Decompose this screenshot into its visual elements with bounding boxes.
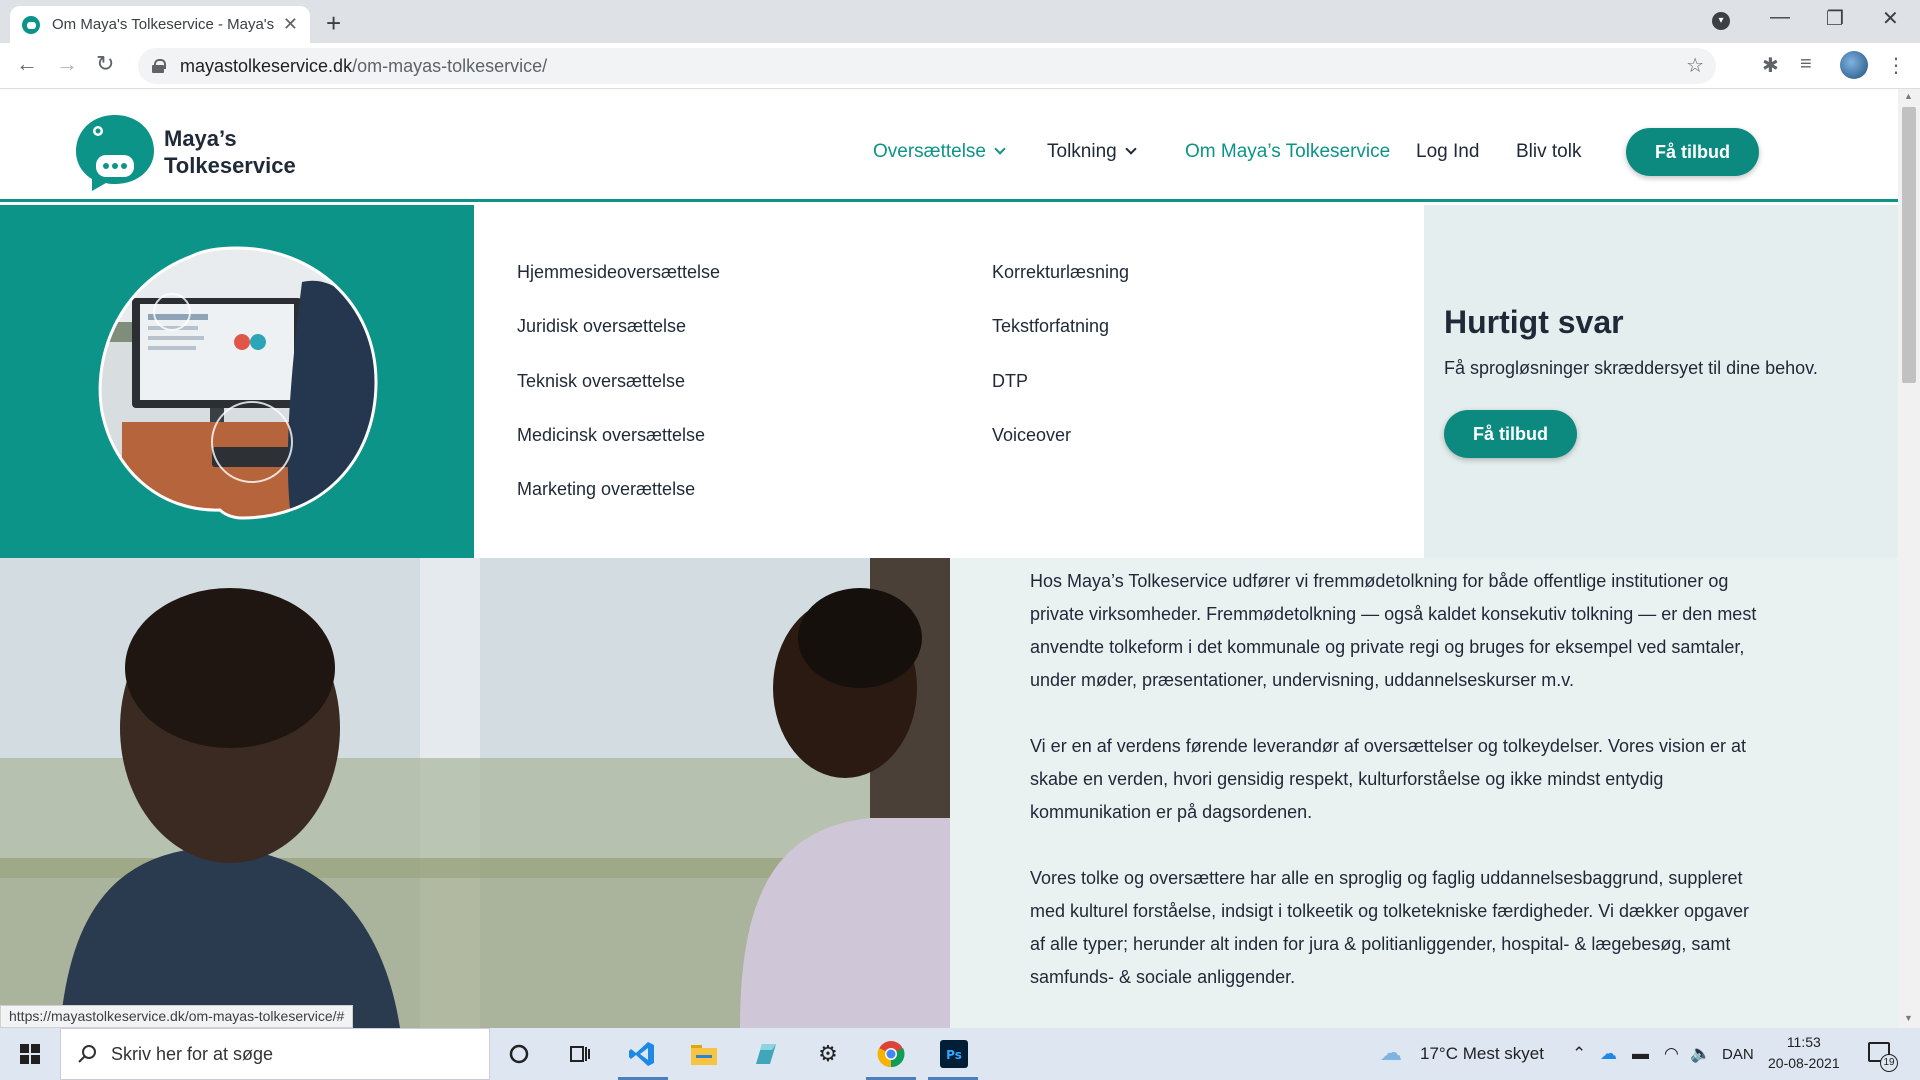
menu-item-tekstforfatning[interactable]: Tekstforfatning xyxy=(992,316,1109,337)
chrome-menu-icon[interactable]: ⋮ xyxy=(1886,53,1906,78)
menu-item-marketing[interactable]: Marketing overættelse xyxy=(517,479,695,500)
menu-item-medicinsk[interactable]: Medicinsk oversættelse xyxy=(517,425,705,446)
task-view-icon[interactable] xyxy=(564,1038,596,1070)
onedrive-icon[interactable]: ☁ xyxy=(1600,1044,1617,1064)
menu-item-korrektur[interactable]: Korrekturlæsning xyxy=(992,262,1129,283)
extensions-icon[interactable]: ✱ xyxy=(1762,53,1779,78)
address-bar[interactable]: mayastolkeservice.dk/om-mayas-tolkeservi… xyxy=(138,48,1716,84)
nav-bliv-tolk[interactable]: Bliv tolk xyxy=(1516,141,1581,163)
language-indicator[interactable]: DAN xyxy=(1722,1046,1754,1063)
settings-gear-icon[interactable]: ⚙ xyxy=(812,1038,844,1070)
scroll-thumb[interactable] xyxy=(1902,107,1916,383)
nav-login[interactable]: Log Ind xyxy=(1416,141,1479,163)
taskbar-clock[interactable]: 11:53 20-08-2021 xyxy=(1768,1032,1840,1074)
cortana-icon[interactable] xyxy=(503,1038,535,1070)
clock-date: 20-08-2021 xyxy=(1768,1055,1840,1071)
browser-tab[interactable]: Om Maya's Tolkeservice - Maya's ✕ xyxy=(10,6,310,43)
media-queue-icon[interactable]: ≡ xyxy=(1800,53,1812,76)
menu-item-juridisk[interactable]: Juridisk oversættelse xyxy=(517,316,686,337)
promo-title: Hurtigt svar xyxy=(1444,304,1624,340)
weather-icon[interactable]: ☁ xyxy=(1380,1040,1402,1066)
nav-om[interactable]: Om Maya’s Tolkeservice xyxy=(1185,141,1390,163)
profile-avatar[interactable] xyxy=(1840,51,1868,79)
mega-menu-links: Hjemmesideoversættelse Juridisk oversætt… xyxy=(474,205,1424,558)
scroll-up-icon[interactable]: ▲ xyxy=(1904,91,1913,101)
battery-icon[interactable]: ▬ xyxy=(1632,1044,1649,1064)
photoshop-icon[interactable]: Ps xyxy=(938,1038,970,1070)
browser-tab-bar: Om Maya's Tolkeservice - Maya's ✕ + ▾ — … xyxy=(0,0,1920,43)
wifi-icon[interactable]: ◠ xyxy=(1664,1044,1679,1064)
windows-start-icon[interactable] xyxy=(20,1044,40,1064)
restore-icon[interactable]: ❐ xyxy=(1826,6,1844,31)
nav-tolkning-label: Tolkning xyxy=(1047,141,1117,162)
url-path: /om-mayas-tolkeservice/ xyxy=(352,55,548,76)
minimize-icon[interactable]: — xyxy=(1770,6,1790,29)
notes-app-icon[interactable] xyxy=(750,1038,782,1070)
svg-text:Ps: Ps xyxy=(946,1048,962,1062)
chrome-icon[interactable] xyxy=(875,1038,907,1070)
logo-line-1: Maya’s xyxy=(164,126,237,151)
media-control-icon[interactable]: ▾ xyxy=(1712,12,1730,30)
site-favicon-icon xyxy=(22,15,40,34)
notification-count-badge: 19 xyxy=(1880,1054,1898,1072)
promo-subtitle: Få sprogløsninger skræddersyet til dine … xyxy=(1444,358,1818,378)
new-tab-icon[interactable]: + xyxy=(326,8,341,39)
team-photo-illustration xyxy=(0,558,950,1028)
header-quote-button[interactable]: Få tilbud xyxy=(1626,128,1759,176)
nav-oversaettelse[interactable]: Oversættelse xyxy=(873,141,1006,163)
show-hidden-icons-chevron-icon[interactable]: ⌃ xyxy=(1572,1044,1586,1064)
menu-item-dtp[interactable]: DTP xyxy=(992,371,1028,392)
nav-oversaettelse-label: Oversættelse xyxy=(873,141,986,162)
menu-item-voiceover[interactable]: Voiceover xyxy=(992,425,1071,446)
chevron-down-icon xyxy=(994,143,1006,155)
close-window-icon[interactable]: ✕ xyxy=(1882,6,1899,31)
paragraph-1: Hos Maya’s Tolkeservice udfører vi fremm… xyxy=(1030,571,1757,690)
mega-menu-promo xyxy=(1424,205,1898,558)
page-scrollbar[interactable]: ▲ ▼ xyxy=(1898,89,1920,1028)
logo-bubble-icon[interactable] xyxy=(72,111,158,191)
file-explorer-icon[interactable] xyxy=(688,1038,720,1070)
clock-time: 11:53 xyxy=(1786,1034,1821,1050)
paragraph-3: Vores tolke og oversættere har alle en s… xyxy=(1030,868,1750,987)
back-icon[interactable]: ← xyxy=(16,51,38,77)
forward-icon[interactable]: → xyxy=(56,51,78,77)
logo-text[interactable]: Maya’s Tolkeservice xyxy=(164,125,296,179)
close-tab-icon[interactable]: ✕ xyxy=(283,14,298,35)
tab-title: Om Maya's Tolkeservice - Maya's xyxy=(52,16,275,33)
team-photo xyxy=(0,558,950,1028)
menu-item-hjemmeside[interactable]: Hjemmesideoversættelse xyxy=(517,262,720,283)
status-url: https://mayastolkeservice.dk/om-mayas-to… xyxy=(0,1005,354,1028)
search-icon xyxy=(78,1045,96,1063)
menu-item-teknisk[interactable]: Teknisk oversættelse xyxy=(517,371,685,392)
vscode-icon[interactable] xyxy=(626,1038,658,1070)
logo-line-2: Tolkeservice xyxy=(164,153,296,178)
windows-taskbar: Skriv her for at søge ⚙ Ps ☁ 17°C Mest s… xyxy=(0,1028,1920,1080)
bookmark-star-icon[interactable]: ☆ xyxy=(1686,53,1704,78)
office-computer-image xyxy=(98,246,378,520)
promo-quote-button[interactable]: Få tilbud xyxy=(1444,410,1577,458)
scroll-down-icon[interactable]: ▼ xyxy=(1904,1013,1913,1023)
lock-icon[interactable] xyxy=(152,59,166,73)
paragraph-2: Vi er en af verdens førende leverandør a… xyxy=(1030,736,1747,822)
volume-icon[interactable]: 🔈 xyxy=(1690,1044,1711,1064)
search-placeholder: Skriv her for at søge xyxy=(111,1043,274,1064)
nav-tolkning[interactable]: Tolkning xyxy=(1047,141,1137,163)
taskbar-search[interactable]: Skriv her for at søge xyxy=(60,1028,490,1080)
site-header: Maya’s Tolkeservice Oversættelse Tolknin… xyxy=(0,89,1898,202)
chevron-down-icon xyxy=(1125,143,1137,155)
weather-text[interactable]: 17°C Mest skyet xyxy=(1420,1044,1544,1064)
reload-icon[interactable]: ↻ xyxy=(96,51,114,77)
url-host: mayastolkeservice.dk xyxy=(180,55,353,76)
browser-toolbar: ← → ↻ mayastolkeservice.dk/om-mayas-tolk… xyxy=(0,43,1920,89)
